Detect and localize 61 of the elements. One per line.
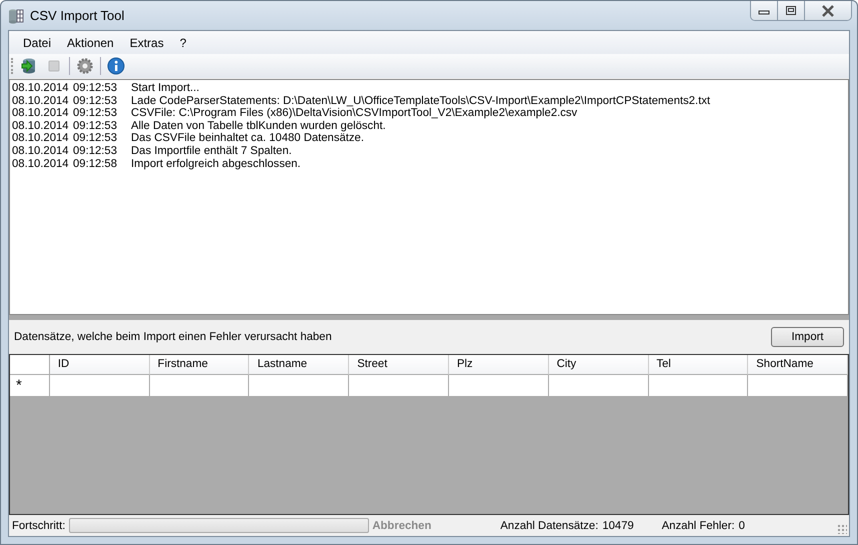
errors-count: 0 [738,520,745,532]
log-message: Import erfolgreich abgeschlossen. [131,158,301,170]
log-date: 08.10.2014 [12,82,68,95]
log-date: 08.10.2014 [12,120,68,132]
column-header[interactable]: Street [349,355,449,375]
import-icon[interactable] [20,57,38,75]
log-date: 08.10.2014 [12,107,68,120]
log-time: 09:12:53 [73,82,118,95]
log-message: CSVFile: C:\Program Files (x86)\DeltaVision\CSVImportTool_V2\Example2\example2.csv [131,107,578,120]
table-cell[interactable] [249,375,350,397]
table-cell[interactable] [648,375,748,397]
toolbar-grip [11,58,15,74]
maximize-icon [785,4,797,16]
menu-item[interactable]: Extras [122,36,172,50]
database-table-icon [8,8,24,24]
column-header[interactable]: ID [50,355,150,375]
table-cell[interactable] [448,375,549,397]
section-label: Datensätze, welche beim Import einen Fehler verursacht haben [14,331,332,343]
log-message: Das CSVFile beinhaltet ca. 10480 Datensätze. [131,132,364,145]
close-button[interactable] [805,1,851,20]
table-cell[interactable] [150,375,250,397]
menu-item[interactable]: ? [172,36,194,50]
log-time: 09:12:53 [73,120,118,132]
table-cell[interactable] [349,375,449,397]
log-time: 09:12:58 [73,158,118,170]
column-header[interactable]: Lastname [249,355,350,375]
menu-item[interactable]: Aktionen [59,36,122,50]
column-header[interactable]: City [548,355,648,375]
errors-label: Anzahl Fehler: [662,520,735,532]
log-time: 09:12:53 [73,144,118,158]
table-cell[interactable] [548,375,649,397]
table-cell[interactable] [50,375,150,397]
settings-icon[interactable] [76,57,94,75]
log-message: Start Import... [131,82,200,95]
new-row-marker: * [10,375,50,397]
records-count: 10479 [602,520,634,532]
maximize-button[interactable] [778,1,805,20]
column-header[interactable]: Tel [648,355,748,375]
records-label: Anzahl Datensätze: [500,520,598,532]
table-cell[interactable] [748,375,848,397]
log-message: Das Importfile enthält 7 Spalten. [131,144,292,158]
window-title: CSV Import Tool [30,8,126,23]
resize-grip[interactable] [837,524,847,534]
log-date: 08.10.2014 [12,158,68,170]
info-icon[interactable] [107,57,125,75]
column-header[interactable]: Plz [448,355,549,375]
import-button[interactable]: Import [771,327,844,347]
column-header[interactable]: Firstname [150,355,250,375]
close-icon [821,4,835,16]
log-time: 09:12:53 [73,132,118,145]
log-time: 09:12:53 [73,107,118,120]
log-message: Lade CodeParserStatements: D:\Daten\LW_U\OfficeTemplateTools\CSV-Import\Example2\ImportCPStatements2.txt [131,94,710,108]
menu-item[interactable]: Datei [15,36,60,50]
minimize-button[interactable] [751,1,778,20]
log-date: 08.10.2014 [12,132,68,145]
log-message: Alle Daten von Tabelle tblKunden wurden gelöscht. [131,120,386,132]
log-time: 09:12:53 [73,94,118,108]
log-date: 08.10.2014 [12,144,68,158]
column-header[interactable]: ShortName [748,355,848,375]
progress-label: Fortschritt: [12,520,66,532]
log-date: 08.10.2014 [12,94,68,108]
